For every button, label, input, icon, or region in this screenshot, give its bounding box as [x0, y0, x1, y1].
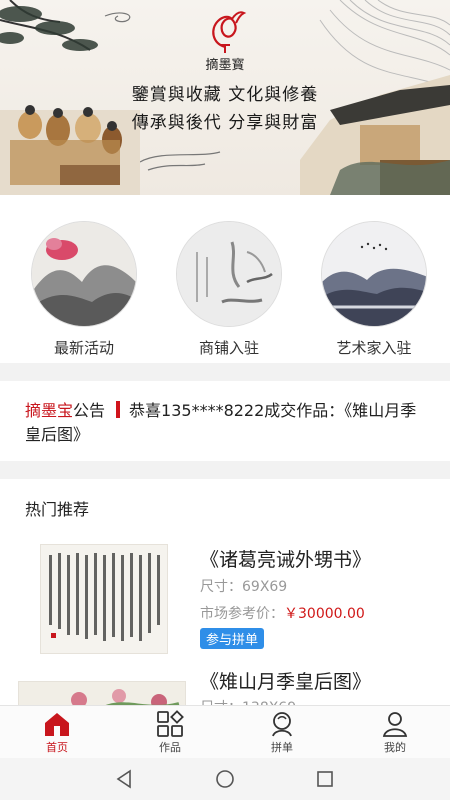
price-label: 市场参考价：: [200, 606, 284, 622]
tab-works[interactable]: 作品: [130, 706, 210, 759]
slogan-line-1: 鑒賞與收藏 文化與修養: [131, 85, 319, 105]
tab-home[interactable]: 首页: [17, 706, 97, 759]
tab-label: 作品: [159, 741, 181, 754]
bottom-tab-bar: 首页 作品 拼单 我的: [0, 705, 450, 758]
section-title: 热门推荐: [25, 500, 90, 519]
ink-mountain-image: [31, 221, 137, 327]
logo-text: 摘墨寳: [205, 58, 245, 73]
group-buy-icon: [272, 712, 292, 737]
notice-label: 公告: [73, 401, 106, 420]
product-item[interactable]: 《雉山月季皇后图》 尺寸：138X69: [0, 667, 450, 709]
tab-group-buy[interactable]: 拼单: [242, 706, 322, 759]
home-icon: [45, 713, 69, 736]
calligraphy-bamboo-image: [176, 221, 282, 327]
top-banner[interactable]: 摘墨寳 鑒賞與收藏 文化與修養 傳承與後代 分享與財富: [0, 0, 450, 195]
profile-icon: [382, 712, 408, 737]
category-latest-activity[interactable]: 最新活动: [31, 221, 137, 358]
category-artist-join[interactable]: 艺术家入驻: [321, 221, 427, 358]
slogan-line-2: 傳承與後代 分享與財富: [131, 113, 319, 133]
tab-label: 首页: [46, 741, 68, 754]
back-icon[interactable]: [114, 769, 134, 789]
tab-profile[interactable]: 我的: [355, 706, 435, 759]
calligraphy-artwork-image: [40, 544, 168, 654]
product-title: 《诸葛亮诫外甥书》: [200, 549, 372, 571]
category-label: 艺术家入驻: [336, 339, 412, 357]
ink-landscape-image: [321, 221, 427, 327]
tab-label: 我的: [384, 741, 406, 754]
category-shop-join[interactable]: 商铺入驻: [176, 221, 282, 358]
category-label: 最新活动: [53, 339, 114, 357]
announcement-bar[interactable]: 摘墨宝公告 恭喜135****8222成交作品：《雉山月季皇后图》: [0, 381, 450, 461]
notice-brand: 摘墨宝: [25, 401, 74, 420]
home-circle-icon[interactable]: [215, 769, 235, 789]
product-price-row: 市场参考价：￥30000.00: [200, 603, 365, 623]
section-divider: [0, 461, 450, 479]
works-grid-icon: [157, 710, 184, 737]
category-entries: 最新活动 商铺入驻 艺术家入驻: [0, 195, 450, 363]
tab-label: 拼单: [271, 741, 293, 754]
category-label: 商铺入驻: [198, 339, 259, 357]
product-price: ￥30000.00: [284, 606, 365, 622]
system-navigation-bar: [0, 758, 450, 800]
phoenix-logo-icon: [200, 5, 250, 60]
recent-apps-icon[interactable]: [315, 769, 335, 789]
join-group-buy-button[interactable]: 参与拼单: [200, 628, 265, 649]
notice-separator: [116, 401, 121, 418]
product-title: 《雉山月季皇后图》: [200, 671, 372, 693]
hot-recommendations: 热门推荐 《诸葛亮诫外甥书》 尺寸：69X69 市场参考价：￥30000.00 …: [0, 479, 450, 709]
product-item[interactable]: 《诸葛亮诫外甥书》 尺寸：69X69 市场参考价：￥30000.00 参与拼单: [0, 542, 450, 662]
section-divider: [0, 363, 450, 381]
product-size: 尺寸：69X69: [200, 579, 288, 595]
